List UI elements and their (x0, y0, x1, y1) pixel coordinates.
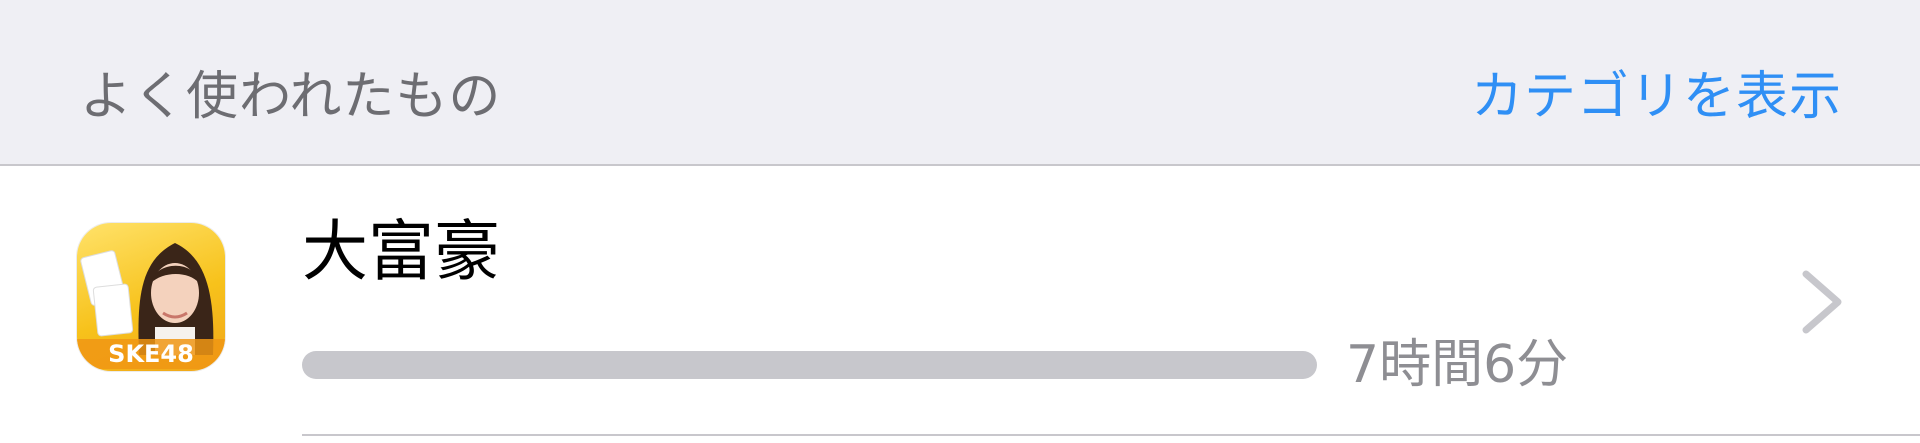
person-portrait-icon (138, 243, 214, 355)
show-categories-button[interactable]: カテゴリを表示 (1471, 62, 1842, 132)
app-icon: SKE48 (77, 223, 225, 371)
usage-time: 7時間6分 (1346, 335, 1569, 395)
usage-bar (302, 351, 1317, 379)
app-icon-badge: SKE48 (77, 339, 225, 369)
app-name: 大富豪 (302, 213, 500, 290)
section-header: よく使われたもの カテゴリを表示 (0, 0, 1920, 166)
playing-card-icon (92, 283, 134, 337)
app-usage-row[interactable]: SKE48 大富豪 7時間6分 (0, 166, 1920, 436)
screen-time-usage-screen: よく使われたもの カテゴリを表示 SKE48 大富豪 7時間6分 (0, 0, 1920, 443)
usage-bar-fill (302, 351, 1317, 379)
section-title: よく使われたもの (80, 67, 502, 127)
row-separator (302, 434, 1920, 436)
chevron-right-icon (1802, 270, 1842, 334)
